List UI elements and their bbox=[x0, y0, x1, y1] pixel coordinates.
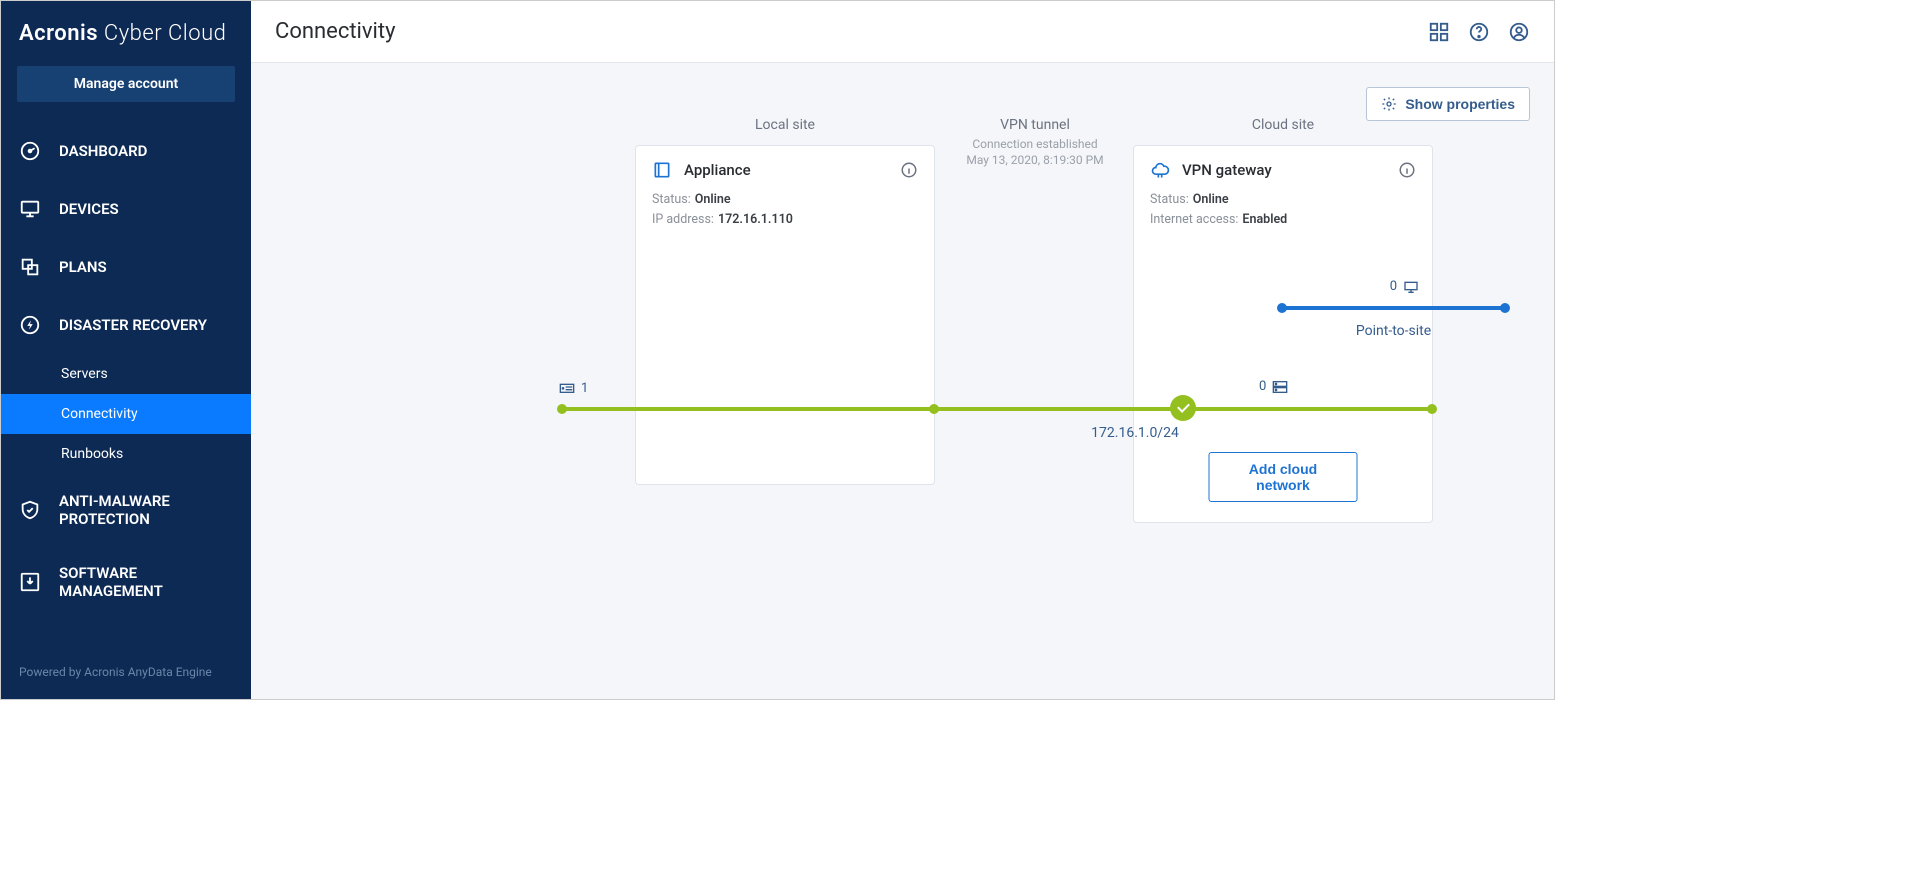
sidebar: Acronis Cyber Cloud Manage account DASHB… bbox=[1, 1, 251, 699]
nav-plans[interactable]: PLANS bbox=[1, 238, 251, 296]
nav-connectivity[interactable]: Connectivity bbox=[1, 394, 251, 434]
appliance-icon bbox=[652, 160, 672, 180]
brand-logo: Acronis Cyber Cloud bbox=[1, 1, 251, 54]
nav-antimalware-label: ANTI-MALWARE PROTECTION bbox=[59, 492, 233, 528]
nav-software[interactable]: SOFTWARE MANAGEMENT bbox=[1, 546, 251, 618]
cloud-servers-count: 0 bbox=[1259, 379, 1288, 394]
p2s-clients-value: 0 bbox=[1390, 279, 1397, 294]
nav-devices[interactable]: DEVICES bbox=[1, 180, 251, 238]
appliance-ip-value: 172.16.1.110 bbox=[718, 212, 793, 227]
shield-icon bbox=[19, 499, 41, 521]
gauge-icon bbox=[19, 140, 41, 162]
s2s-line bbox=[1182, 407, 1433, 411]
gateway-title: VPN gateway bbox=[1182, 161, 1386, 179]
local-devices-value: 1 bbox=[581, 381, 588, 396]
appliance-title: Appliance bbox=[684, 161, 888, 179]
appliance-status-label: Status: bbox=[652, 192, 691, 207]
cloud-gateway-icon bbox=[1150, 160, 1170, 180]
s2s-check-icon bbox=[1170, 395, 1196, 421]
nav-disaster-recovery[interactable]: DISASTER RECOVERY bbox=[1, 296, 251, 354]
main: Connectivity Show properties Local site … bbox=[251, 1, 1554, 699]
p2s-clients-count: 0 bbox=[1390, 279, 1419, 294]
gateway-status-value: Online bbox=[1193, 192, 1229, 207]
help-icon[interactable] bbox=[1468, 21, 1490, 43]
nav-dr-label: DISASTER RECOVERY bbox=[59, 316, 207, 334]
sidebar-footer: Powered by Acronis AnyData Engine bbox=[1, 649, 251, 699]
nav-servers[interactable]: Servers bbox=[1, 354, 251, 394]
appliance-card[interactable]: Appliance Status: Online IP address: 172.1… bbox=[635, 145, 935, 485]
p2s-line bbox=[1281, 306, 1506, 310]
workstation-icon bbox=[1403, 280, 1419, 294]
gateway-status-label: Status: bbox=[1150, 192, 1189, 207]
s2s-line bbox=[635, 407, 935, 411]
nav-dashboard[interactable]: DASHBOARD bbox=[1, 122, 251, 180]
monitor-icon bbox=[19, 198, 41, 220]
info-icon[interactable] bbox=[900, 161, 918, 179]
p2s-label: Point-to-site bbox=[1281, 323, 1506, 339]
connectivity-diagram: Local site Cloud site VPN tunnel Connect… bbox=[275, 87, 1530, 587]
bolt-icon bbox=[19, 314, 41, 336]
nav-menu: DASHBOARD DEVICES PLANS DISASTER RECOVER… bbox=[1, 122, 251, 618]
appliance-ip-label: IP address: bbox=[652, 212, 714, 227]
nav-runbooks[interactable]: Runbooks bbox=[1, 434, 251, 474]
nav-dashboard-label: DASHBOARD bbox=[59, 142, 147, 160]
account-icon[interactable] bbox=[1508, 21, 1530, 43]
page-title: Connectivity bbox=[275, 19, 396, 44]
appliance-status-value: Online bbox=[695, 192, 731, 207]
gateway-ia-label: Internet access: bbox=[1150, 212, 1238, 227]
subnet-label: 172.16.1.0/24 bbox=[1035, 425, 1235, 441]
s2s-line bbox=[559, 407, 635, 411]
device-icon bbox=[559, 382, 575, 396]
add-cloud-network-button[interactable]: Add cloud network bbox=[1209, 452, 1358, 502]
nav-software-label: SOFTWARE MANAGEMENT bbox=[59, 564, 233, 600]
header-icons bbox=[1428, 21, 1530, 43]
nav-antimalware[interactable]: ANTI-MALWARE PROTECTION bbox=[1, 474, 251, 546]
header: Connectivity bbox=[251, 1, 1554, 63]
cloud-servers-value: 0 bbox=[1259, 379, 1266, 394]
server-icon bbox=[1272, 380, 1288, 394]
gateway-ia-value: Enabled bbox=[1242, 212, 1287, 227]
apps-icon[interactable] bbox=[1428, 21, 1450, 43]
manage-account-button[interactable]: Manage account bbox=[17, 66, 235, 102]
nav-devices-label: DEVICES bbox=[59, 200, 119, 218]
nav-plans-label: PLANS bbox=[59, 258, 107, 276]
vpn-tunnel-title: VPN tunnel bbox=[887, 117, 1183, 133]
s2s-line bbox=[935, 407, 1182, 411]
plans-icon bbox=[19, 256, 41, 278]
info-icon[interactable] bbox=[1398, 161, 1416, 179]
download-box-icon bbox=[19, 571, 41, 593]
content: Show properties Local site Cloud site VP… bbox=[251, 63, 1554, 699]
local-devices-count: 1 bbox=[559, 381, 588, 396]
